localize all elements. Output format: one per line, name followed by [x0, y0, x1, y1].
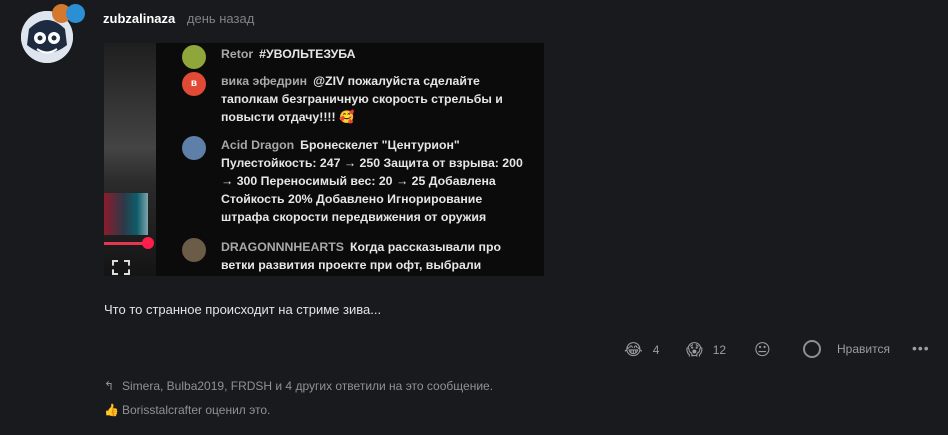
reaction-laugh[interactable]: 😂 4 — [624, 340, 659, 360]
laugh-emoji-icon: 😂 — [624, 342, 643, 359]
embedded-screenshot[interactable]: Retor #УВОЛЬТЕЗУБА в вика эфедрин @ZIV пож… — [104, 43, 544, 276]
chat-text: #УВОЛЬТЕЗУБА — [259, 47, 356, 61]
like-label: Нравится — [837, 342, 890, 356]
thumbs-up-icon: 👍 — [104, 403, 119, 417]
chat-message: DRAGONNNHEARTS Когда рассказывали про вет… — [182, 238, 532, 274]
reaction-scream[interactable]: 😱 12 — [686, 340, 726, 360]
chat-message: Acid Dragon Бронескелет "Центурион" Пулес… — [182, 136, 532, 226]
post-text: Что то странное происходит на стриме зив… — [104, 302, 382, 317]
chat-avatar — [182, 238, 206, 262]
diamond-badge-icon — [66, 4, 85, 23]
liked-notice[interactable]: 👍 Borisstalcrafter оценил это. — [104, 403, 270, 417]
fullscreen-icon — [112, 260, 130, 275]
video-progress — [104, 242, 147, 245]
like-button[interactable]: Нравится — [803, 340, 890, 358]
reaction-count: 12 — [712, 343, 727, 357]
scream-emoji-icon: 😱 — [686, 342, 703, 359]
chat-author: Acid Dragon — [221, 138, 295, 152]
reply-arrow-icon: ↰ — [104, 379, 115, 393]
chat-author: Retor — [221, 47, 254, 61]
post-header: zubzalinaza день назад — [103, 11, 254, 26]
neutral-emoji-icon: 😐 — [754, 342, 771, 359]
chat-avatar — [182, 136, 206, 160]
chat-avatar: в — [182, 72, 206, 96]
liked-text: Borisstalcrafter оценил это. — [122, 403, 271, 417]
chat-message: Retor #УВОЛЬТЕЗУБА — [182, 45, 532, 69]
replied-text: Simera, Bulba2019, FRDSH и 4 других отве… — [122, 379, 494, 393]
add-reaction-icon — [803, 340, 821, 358]
post-time[interactable]: день назад — [187, 11, 254, 26]
reaction-bar: 😂 4 😱 12 😐 Нравится ••• — [0, 340, 948, 360]
replied-notice[interactable]: ↰ Simera, Bulba2019, FRDSH и 4 других отв… — [104, 379, 493, 393]
chat-author: DRAGONNNHEARTS — [221, 240, 344, 254]
video-thumbnail — [104, 193, 148, 235]
more-options-button[interactable]: ••• — [912, 340, 930, 356]
username[interactable]: zubzalinaza — [103, 11, 175, 26]
video-progress-knob — [142, 237, 154, 249]
chat-message: в вика эфедрин @ZIV пожалуйста сделайте т… — [182, 72, 532, 126]
video-preview — [104, 43, 156, 276]
chat-avatar — [182, 45, 206, 69]
reaction-count: 4 — [652, 343, 660, 357]
reaction-neutral[interactable]: 😐 — [754, 340, 781, 360]
chat-author: вика эфедрин — [221, 74, 308, 88]
